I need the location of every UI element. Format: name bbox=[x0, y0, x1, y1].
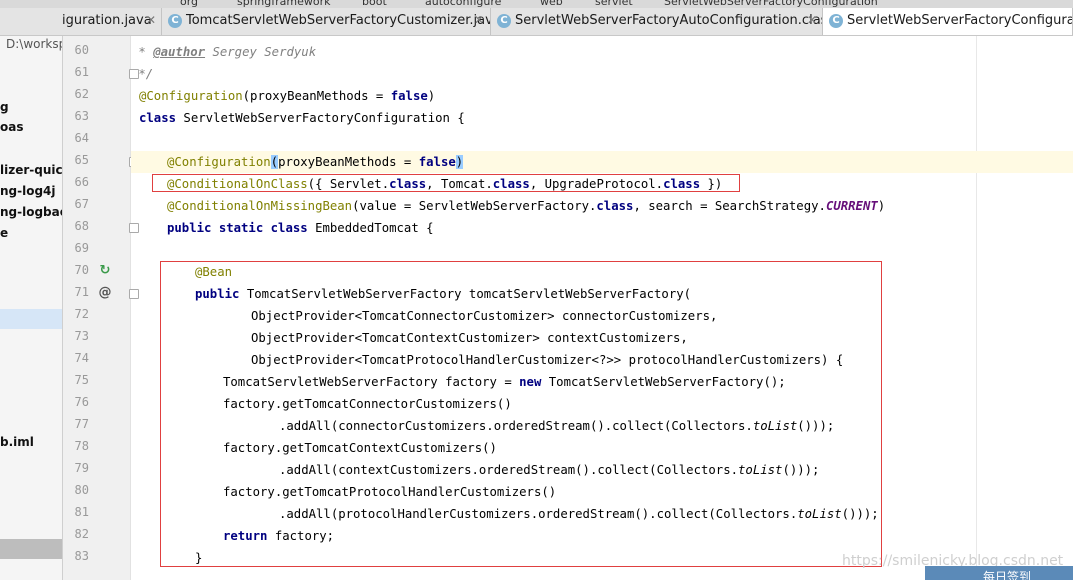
tab-label: iguration.java bbox=[62, 13, 152, 28]
project-item[interactable]: g bbox=[0, 100, 9, 114]
bean-run-icon[interactable]: ↻ bbox=[97, 263, 113, 279]
line-number: 73 bbox=[74, 329, 89, 343]
close-icon[interactable]: ✕ bbox=[807, 13, 817, 27]
project-item[interactable]: oas bbox=[0, 120, 23, 134]
tab-label: ServletWebServerFactoryConfiguration bbox=[847, 13, 1072, 28]
line-number: 64 bbox=[74, 131, 89, 145]
code-text: proxyBeanMethods = bbox=[278, 155, 419, 169]
line-number: 60 bbox=[74, 43, 89, 57]
line-number: 81 bbox=[74, 505, 89, 519]
breadcrumb-item[interactable]: springframework bbox=[237, 0, 330, 8]
line-number: 76 bbox=[74, 395, 89, 409]
line-number: 61 bbox=[74, 65, 89, 79]
line-number: 77 bbox=[74, 417, 89, 431]
project-item[interactable]: b.iml bbox=[0, 435, 34, 449]
line-number: 68 bbox=[74, 219, 89, 233]
close-icon[interactable]: ✕ bbox=[474, 13, 484, 27]
class-icon: C bbox=[497, 14, 511, 28]
class-icon: C bbox=[829, 14, 843, 28]
javadoc-tag: @author bbox=[153, 45, 206, 59]
code-text: (value = ServletWebServerFactory. bbox=[352, 199, 597, 213]
code-text: , search = SearchStrategy. bbox=[633, 199, 826, 213]
code-line: public static class EmbeddedTomcat { bbox=[167, 217, 434, 239]
tab-tomcat-customizer[interactable]: C TomcatServletWebServerFactoryCustomize… bbox=[162, 8, 491, 35]
highlight-box-conditional bbox=[152, 174, 740, 192]
class-icon: C bbox=[168, 14, 182, 28]
line-number: 75 bbox=[74, 373, 89, 387]
line-number: 78 bbox=[74, 439, 89, 453]
line-number: 71 bbox=[74, 285, 89, 299]
close-icon[interactable]: ✕ bbox=[146, 13, 156, 27]
code-line: class ServletWebServerFactoryConfigurati… bbox=[139, 107, 465, 129]
project-item[interactable]: ng-logbac bbox=[0, 205, 62, 219]
keyword: public static class bbox=[167, 221, 308, 235]
tab-label: TomcatServletWebServerFactoryCustomizer.… bbox=[186, 13, 491, 28]
code-text: ServletWebServerFactoryConfiguration { bbox=[176, 111, 465, 125]
keyword: false bbox=[418, 155, 456, 169]
code-line: @ConditionalOnMissingBean(value = Servle… bbox=[167, 195, 885, 217]
selected-row bbox=[0, 539, 62, 559]
highlight-box-bean-method bbox=[160, 261, 882, 567]
breadcrumb-item[interactable]: web bbox=[540, 0, 563, 8]
breadcrumb-item[interactable]: boot bbox=[362, 0, 387, 8]
project-item[interactable]: e bbox=[0, 226, 8, 240]
tab-factory-configuration[interactable]: C ServletWebServerFactoryConfiguration bbox=[823, 8, 1073, 35]
line-number: 83 bbox=[74, 549, 89, 563]
project-item[interactable]: ng-log4j bbox=[0, 184, 56, 198]
code-text: (proxyBeanMethods = bbox=[242, 89, 391, 103]
code-line: */ bbox=[131, 67, 154, 81]
line-number: 66 bbox=[74, 175, 89, 189]
project-panel: D:\worksp g oas lizer-quick ng-log4j ng-… bbox=[0, 36, 63, 580]
javadoc-text: Sergey Serdyuk bbox=[205, 45, 317, 59]
project-path: D:\worksp bbox=[6, 37, 63, 51]
line-number: 70 bbox=[74, 263, 89, 277]
code-line: * @author Sergey Serdyuk bbox=[131, 45, 317, 59]
line-number-gutter: 60 61 62 63 64 65 66 67 68 69 70 71 72 7… bbox=[63, 36, 139, 580]
breadcrumb-item[interactable]: servlet bbox=[595, 0, 633, 8]
line-number: 63 bbox=[74, 109, 89, 123]
badge-label: 每日签到 bbox=[983, 570, 1032, 584]
project-item[interactable]: lizer-quick bbox=[0, 163, 62, 177]
line-number: 65 bbox=[74, 153, 89, 167]
code-line-current: @Configuration(proxyBeanMethods = false) bbox=[131, 151, 1073, 173]
code-line: @Configuration(proxyBeanMethods = false) bbox=[139, 89, 436, 103]
breadcrumb-item[interactable]: org bbox=[180, 0, 198, 8]
override-at-icon[interactable]: @ bbox=[97, 285, 113, 301]
line-number: 69 bbox=[74, 241, 89, 255]
code-text: EmbeddedTomcat { bbox=[307, 221, 434, 235]
breadcrumb: org springframework boot autoconfigure w… bbox=[0, 0, 1073, 8]
keyword: class bbox=[139, 111, 177, 125]
breadcrumb-item[interactable]: ServletWebServerFactoryConfiguration bbox=[664, 0, 878, 8]
annotation: @Configuration bbox=[139, 89, 243, 103]
line-number: 74 bbox=[74, 351, 89, 365]
tab-configuration-java[interactable]: iguration.java ✕ bbox=[0, 8, 162, 35]
keyword: false bbox=[390, 89, 428, 103]
annotation: @ConditionalOnMissingBean bbox=[167, 199, 353, 213]
line-number: 72 bbox=[74, 307, 89, 321]
selected-row bbox=[0, 309, 62, 329]
keyword: class bbox=[596, 199, 634, 213]
line-number: 79 bbox=[74, 461, 89, 475]
sign-in-badge[interactable]: 每日签到 bbox=[925, 566, 1073, 584]
editor-tab-bar: iguration.java ✕ C TomcatServletWebServe… bbox=[0, 8, 1073, 36]
line-number: 67 bbox=[74, 197, 89, 211]
line-number: 82 bbox=[74, 527, 89, 541]
code-text: ) bbox=[877, 199, 886, 213]
tab-label: ServletWebServerFactoryAutoConfiguration… bbox=[515, 13, 823, 28]
line-number: 62 bbox=[74, 87, 89, 101]
breadcrumb-item[interactable]: autoconfigure bbox=[425, 0, 501, 8]
constant: CURRENT bbox=[825, 199, 878, 213]
tab-autoconfiguration-class[interactable]: C ServletWebServerFactoryAutoConfigurati… bbox=[491, 8, 823, 35]
line-number: 80 bbox=[74, 483, 89, 497]
annotation: @Configuration bbox=[167, 155, 271, 169]
